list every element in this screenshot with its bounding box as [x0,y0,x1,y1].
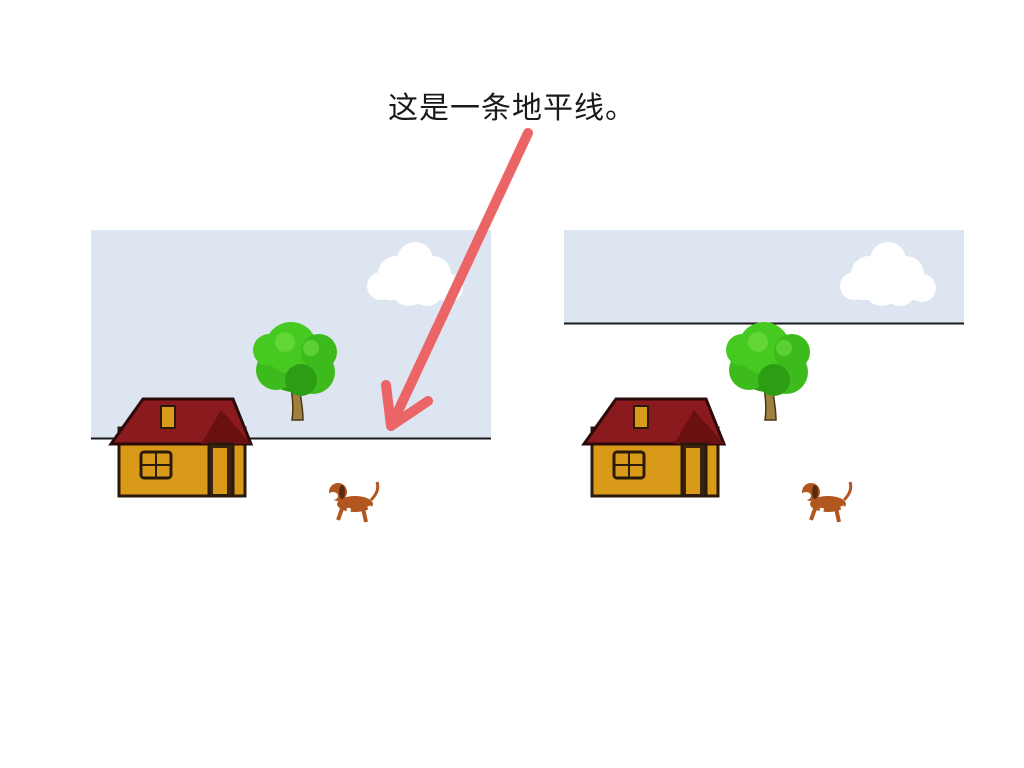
tree-icon [726,322,810,421]
caption: 这是一条地平线。 [388,91,636,126]
scene-right [564,230,964,530]
house-icon [581,397,727,498]
dog-icon [801,481,853,523]
dog-icon [328,481,380,523]
scene-left [91,230,491,530]
house-icon [108,397,254,498]
